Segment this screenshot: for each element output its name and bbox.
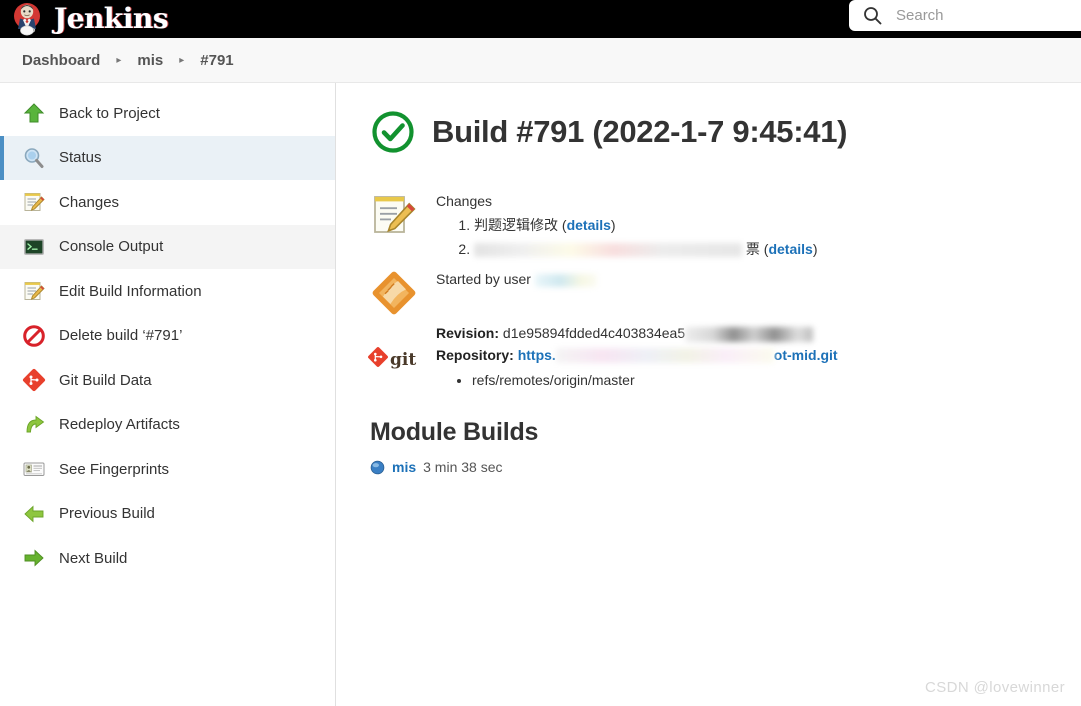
- sidebar-item-redeploy-artifacts[interactable]: Redeploy Artifacts: [0, 403, 335, 448]
- sidebar-item-edit-build-information[interactable]: Edit Build Information: [0, 269, 335, 314]
- sidebar-item-delete-build[interactable]: Delete build ‘#791’: [0, 314, 335, 359]
- right-arrow-icon: [24, 549, 44, 567]
- breadcrumb-item-build[interactable]: #791: [194, 52, 239, 69]
- blue-ball-icon: [370, 460, 385, 475]
- list-item: refs/remotes/origin/master: [472, 372, 838, 388]
- repository-link-prefix[interactable]: https.: [518, 347, 556, 363]
- sidebar-item-next-build[interactable]: Next Build: [0, 536, 335, 581]
- revision-label: Revision: [436, 325, 495, 341]
- search-input[interactable]: [894, 6, 1064, 25]
- sidebar-item-git-build-data[interactable]: Git Build Data: [0, 358, 335, 403]
- sidebar-item-label: Edit Build Information: [59, 282, 202, 300]
- watermark: CSDN @lovewinner: [924, 679, 1065, 696]
- changes-section: Changes 判题逻辑修改 (details) 票 (details): [370, 189, 1081, 263]
- git-repository-line: Repository: https. ot-mid.git: [436, 346, 838, 364]
- notepad-pencil-icon: [374, 196, 416, 233]
- sidebar-item-see-fingerprints[interactable]: See Fingerprints: [0, 447, 335, 492]
- main-content: Build #791 (2022-1-7 9:45:41) Changes 1.…: [336, 83, 1081, 706]
- repository-label: Repository: [436, 346, 510, 363]
- git-icon-wrap: git: [368, 319, 418, 388]
- git-logo-icon: git: [368, 346, 416, 370]
- jenkins-home-link[interactable]: Jenkins: [12, 2, 169, 36]
- sidebar-item-label: Previous Build: [59, 505, 155, 523]
- sidebar: Back to Project Status Changes Console O…: [0, 83, 336, 706]
- sidebar-item-label: See Fingerprints: [59, 460, 170, 478]
- notepad-pencil-icon: [24, 193, 45, 212]
- page-title: Build #791 (2022-1-7 9:45:41): [370, 109, 1081, 155]
- started-by-body: Started by user: [436, 267, 597, 317]
- git-refs-list: refs/remotes/origin/master: [436, 372, 838, 388]
- breadcrumb: Dashboard ▸ mis ▸ #791: [0, 38, 1081, 83]
- sidebar-item-label: Redeploy Artifacts: [59, 416, 180, 434]
- change-text: 票: [745, 241, 760, 257]
- magnifier-icon: [24, 147, 44, 168]
- sidebar-item-label: Git Build Data: [59, 371, 152, 389]
- git-revision-line: Revision: d1e95894fdded4c403834ea5: [436, 323, 838, 345]
- module-duration: 3 min 38 sec: [423, 459, 503, 476]
- brand-name: Jenkins: [54, 2, 169, 35]
- changes-body: Changes 判题逻辑修改 (details) 票 (details): [436, 189, 817, 263]
- module-name-link[interactable]: mis: [392, 459, 416, 475]
- change-details-link[interactable]: details: [567, 217, 611, 233]
- breadcrumb-item-mis[interactable]: mis: [131, 52, 169, 69]
- breadcrumb-separator: ▸: [116, 54, 122, 66]
- git-body: Revision: d1e95894fdded4c403834ea5 Repos…: [436, 319, 838, 388]
- search-icon: [864, 7, 882, 25]
- started-by-icon-wrap: [370, 267, 418, 317]
- orange-diamond-icon: [372, 271, 416, 315]
- build-title: Build #791 (2022-1-7 9:45:41): [432, 114, 848, 149]
- sidebar-item-label: Changes: [59, 193, 120, 211]
- id-card-icon: [23, 462, 45, 477]
- redeploy-arrow-icon: [26, 415, 45, 433]
- redacted-repository-middle: [555, 348, 774, 364]
- changes-list: 判题逻辑修改 (details) 票 (details): [436, 215, 817, 260]
- sidebar-item-status[interactable]: Status: [0, 135, 335, 180]
- svg-text:git: git: [390, 350, 416, 370]
- module-build-row: mis 3 min 38 sec: [370, 459, 1081, 475]
- list-item: 票 (details): [474, 239, 817, 260]
- sidebar-item-label: Back to Project: [59, 104, 160, 122]
- sidebar-item-label: Status: [59, 149, 102, 167]
- notepad-pencil-icon: [24, 282, 45, 301]
- changes-label: Changes: [436, 193, 493, 209]
- sidebar-item-back-to-project[interactable]: Back to Project: [0, 91, 335, 136]
- sidebar-item-console-output[interactable]: Console Output: [0, 224, 335, 269]
- redacted-revision-tail: [685, 326, 814, 342]
- success-check-icon: [372, 111, 414, 153]
- redacted-username: [534, 273, 597, 287]
- up-arrow-icon: [23, 103, 45, 123]
- revision-value: d1e95894fdded4c403834ea5: [502, 325, 686, 341]
- jenkins-butler-icon: [14, 3, 40, 36]
- change-text: 判题逻辑修改: [474, 217, 558, 233]
- started-by-section: Started by user: [370, 267, 1081, 317]
- no-entry-icon: [23, 324, 45, 347]
- sidebar-item-changes[interactable]: Changes: [0, 180, 335, 225]
- sidebar-item-label: Console Output: [59, 238, 164, 256]
- change-details-link[interactable]: details: [768, 241, 812, 257]
- started-by-label: Started by user: [436, 271, 531, 287]
- sidebar-item-label: Delete build ‘#791’: [59, 327, 183, 345]
- search-box[interactable]: [849, 0, 1081, 31]
- top-bar: Jenkins: [0, 0, 1081, 38]
- redacted-change-text: [474, 243, 742, 258]
- git-section: git Revision: d1e95894fdded4c403834ea5 R…: [368, 319, 1081, 388]
- left-arrow-icon: [24, 505, 44, 523]
- list-item: 判题逻辑修改 (details): [474, 215, 817, 236]
- terminal-icon: [24, 238, 44, 255]
- changes-icon-wrap: [370, 189, 418, 263]
- module-builds-title: Module Builds: [370, 418, 539, 447]
- git-diamond-icon: [22, 369, 46, 392]
- breadcrumb-item-dashboard[interactable]: Dashboard: [16, 52, 106, 69]
- breadcrumb-separator: ▸: [179, 54, 185, 66]
- sidebar-item-previous-build[interactable]: Previous Build: [0, 492, 335, 537]
- repository-link-suffix[interactable]: ot-mid.git: [774, 347, 838, 363]
- sidebar-item-label: Next Build: [59, 549, 128, 567]
